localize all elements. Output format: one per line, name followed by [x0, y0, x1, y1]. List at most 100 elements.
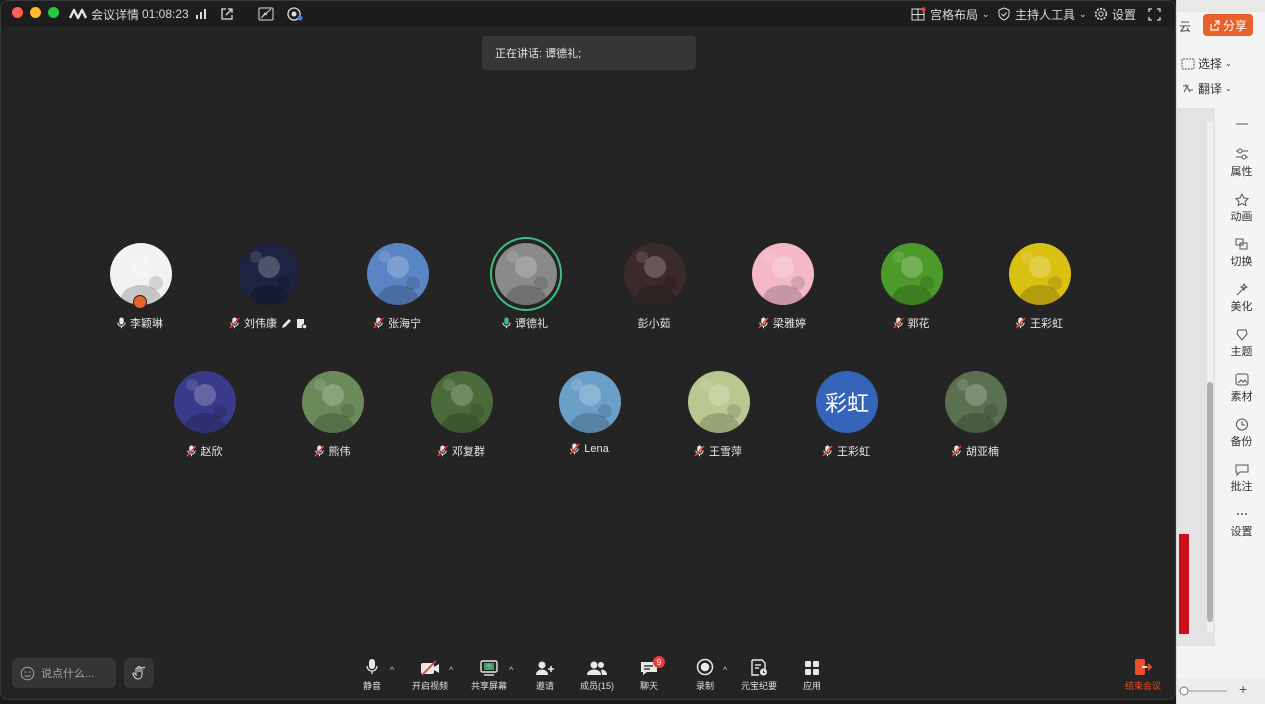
participant-tile[interactable]: 彩虹 王彩虹: [796, 371, 896, 471]
avatar[interactable]: [945, 371, 1007, 433]
meeting-logo-icon: [69, 8, 87, 20]
participant-name: 王彩虹: [1030, 318, 1063, 330]
members-button[interactable]: 成员(15): [578, 656, 616, 692]
participant-tile[interactable]: 郭花: [861, 243, 961, 343]
participant-tile[interactable]: 邓复群: [411, 371, 511, 471]
record-button[interactable]: 录制: [693, 656, 717, 692]
chat-unread-badge: 9: [653, 656, 665, 668]
translate-tool[interactable]: 翻译 ⌄: [1181, 80, 1232, 97]
signal-icon[interactable]: [195, 1, 208, 27]
title-bar: 会议详情 01:08:23 宫格布局 ⌄ 主持人工具 ⌄ 设置: [1, 1, 1175, 27]
fullscreen-icon[interactable]: [1148, 1, 1161, 27]
participant-name: 梁雅婷: [773, 318, 806, 330]
participant-name-row: 李颖琳: [80, 315, 200, 331]
avatar[interactable]: [367, 243, 429, 305]
avatar[interactable]: [431, 371, 493, 433]
microphone-muted-icon: [694, 445, 705, 457]
share-options-caret[interactable]: ^: [509, 665, 513, 675]
share-screen-button[interactable]: 共享屏幕: [469, 656, 509, 692]
raise-hand-button[interactable]: [124, 658, 154, 688]
participant-name-row: 郭花: [851, 315, 971, 331]
microphone-muted-icon: [185, 445, 197, 457]
minutes-icon: [296, 318, 307, 329]
magic-wand-icon: [1236, 283, 1248, 296]
participant-tile[interactable]: Lena: [539, 371, 639, 471]
avatar[interactable]: [1009, 243, 1071, 305]
participant-name: 熊伟: [328, 446, 351, 458]
maximize-window-button[interactable]: [48, 7, 59, 18]
select-icon: [1181, 58, 1195, 69]
side-item-animation[interactable]: 动画: [1217, 193, 1265, 224]
zoom-slider-icon[interactable]: [1179, 685, 1229, 697]
side-item-assets[interactable]: 素材: [1217, 373, 1265, 404]
avatar[interactable]: [174, 371, 236, 433]
participant-name: 王雪萍: [709, 446, 742, 458]
meeting-info[interactable]: 会议详情: [69, 1, 139, 27]
participant-tile[interactable]: 王彩虹: [989, 243, 1089, 343]
participant-tile[interactable]: 胡亚楠: [925, 371, 1025, 471]
popout-icon[interactable]: [220, 1, 234, 27]
shield-icon: [998, 7, 1010, 21]
avatar[interactable]: [559, 371, 621, 433]
side-item-settings[interactable]: 设置: [1217, 508, 1265, 539]
avatar[interactable]: [881, 243, 943, 305]
quick-chat-input[interactable]: 说点什么...: [12, 658, 116, 688]
whiteboard-icon[interactable]: [258, 1, 274, 27]
chat-label: 聊天: [639, 681, 658, 691]
share-label: 分享: [1222, 18, 1247, 33]
zoom-in-icon[interactable]: +: [1239, 681, 1247, 697]
end-meeting-button[interactable]: 结束会议: [1123, 656, 1163, 692]
avatar[interactable]: [495, 243, 557, 305]
participant-name-row: 王彩虹: [786, 443, 906, 459]
side-item-comment[interactable]: 批注: [1217, 463, 1265, 494]
side-item-label: 备份: [1230, 436, 1253, 448]
side-item-beautify[interactable]: 美化: [1217, 283, 1265, 314]
collapse-icon[interactable]: [1217, 122, 1265, 128]
translate-icon: [1183, 83, 1193, 92]
apps-button[interactable]: 应用: [800, 656, 824, 692]
audio-options-caret[interactable]: ^: [390, 665, 394, 675]
avatar[interactable]: [624, 243, 686, 305]
minutes-label: 元宝纪要: [741, 681, 778, 691]
side-item-backup[interactable]: 备份: [1217, 418, 1265, 449]
record-options-caret[interactable]: ^: [723, 665, 727, 675]
encryption-icon[interactable]: [285, 1, 303, 27]
side-item-theme[interactable]: 主题: [1217, 328, 1265, 359]
side-item-label: 美化: [1230, 301, 1253, 313]
participant-tile[interactable]: 梁雅婷: [732, 243, 832, 343]
scrollbar-thumb[interactable]: [1207, 382, 1213, 622]
avatar[interactable]: [302, 371, 364, 433]
side-item-transition[interactable]: 切换: [1217, 238, 1265, 269]
avatar[interactable]: 彩虹: [816, 371, 878, 433]
close-window-button[interactable]: [12, 7, 23, 18]
share-button[interactable]: 分享: [1203, 14, 1253, 36]
side-item-properties[interactable]: 属性: [1217, 148, 1265, 179]
image-icon: [1235, 373, 1248, 386]
participant-tile[interactable]: 彭小茹: [604, 243, 704, 343]
invite-button[interactable]: 邀请: [531, 656, 559, 692]
video-options-caret[interactable]: ^: [449, 665, 453, 675]
layout-menu[interactable]: 宫格布局 ⌄: [911, 1, 990, 27]
mute-button[interactable]: 静音: [360, 656, 384, 692]
participant-tile[interactable]: 王雪萍: [668, 371, 768, 471]
settings-button[interactable]: 设置: [1094, 1, 1136, 27]
gear-icon: [1094, 7, 1108, 21]
avatar[interactable]: [238, 243, 300, 305]
participant-tile[interactable]: 李颖琳: [90, 243, 190, 343]
minimize-window-button[interactable]: [30, 7, 41, 18]
participant-tile[interactable]: 谭德礼: [475, 237, 575, 343]
participant-name: Lena: [584, 443, 609, 455]
participant-name-row: 彭小茹: [594, 315, 714, 331]
avatar[interactable]: [752, 243, 814, 305]
video-button[interactable]: 开启视频: [410, 656, 450, 692]
host-tools-menu[interactable]: 主持人工具 ⌄: [997, 1, 1087, 27]
vertical-scrollbar[interactable]: [1205, 112, 1215, 642]
participant-tile[interactable]: 赵欣: [154, 371, 254, 471]
select-tool[interactable]: 选择 ⌄: [1181, 55, 1232, 72]
mute-label: 静音: [362, 681, 381, 691]
minutes-button[interactable]: 元宝纪要: [741, 656, 777, 692]
participant-tile[interactable]: 张海宁: [347, 243, 447, 343]
participant-tile[interactable]: 熊伟: [282, 371, 382, 471]
participant-tile[interactable]: 刘伟康: [218, 243, 318, 343]
avatar[interactable]: [688, 371, 750, 433]
